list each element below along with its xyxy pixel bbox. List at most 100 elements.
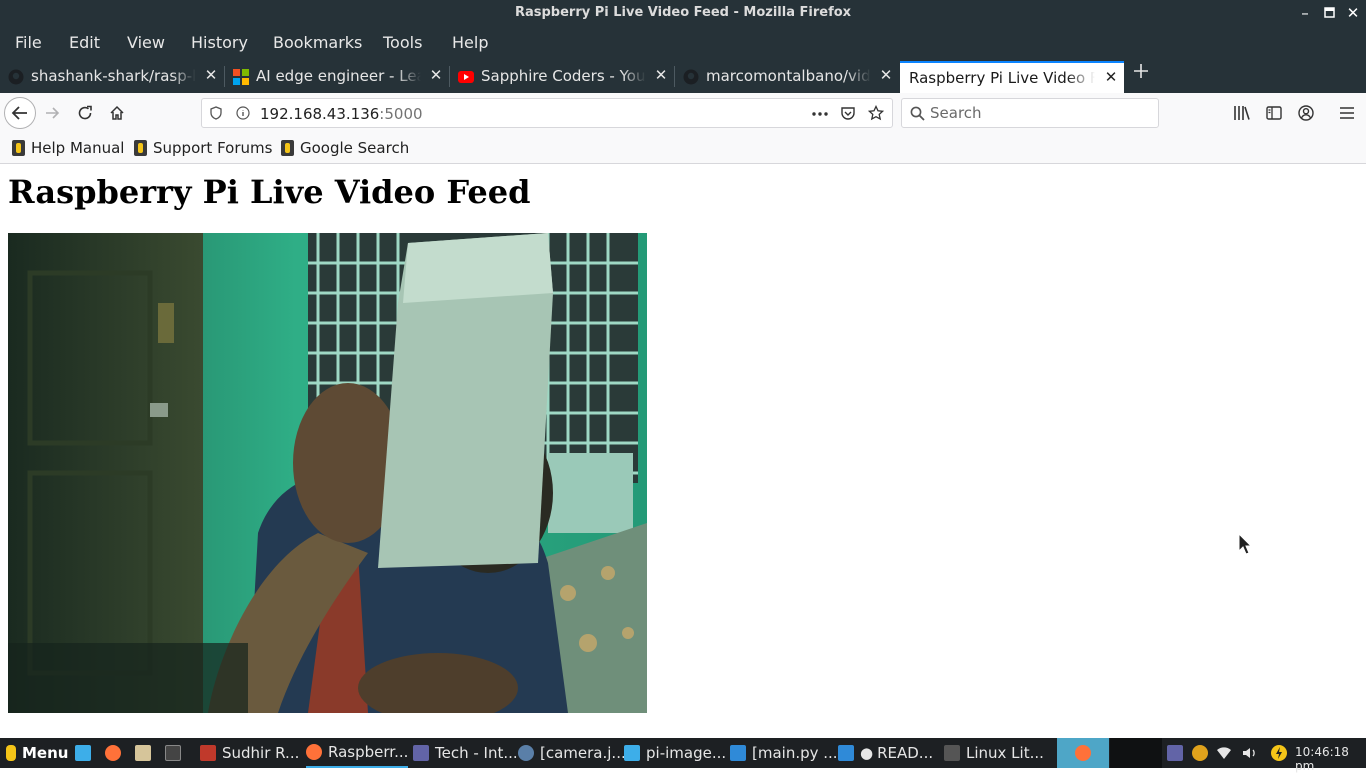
menu-edit[interactable]: Edit: [69, 33, 100, 52]
bookmarks-toolbar: Help Manual Support Forums Google Search: [0, 133, 1366, 164]
tab-ai-edge-engineer[interactable]: AI edge engineer - Lear ✕: [225, 60, 450, 93]
bookmark-star-icon[interactable]: [868, 105, 884, 121]
github-icon: [683, 69, 699, 85]
document-icon: [200, 745, 216, 761]
linux-lite-icon: [281, 140, 294, 156]
url-host: 192.168.43.136: [260, 105, 380, 123]
search-icon: [910, 106, 925, 121]
more-actions-icon[interactable]: [811, 107, 829, 121]
firefox-icon: [1075, 745, 1091, 761]
navigation-toolbar: 192.168.43.136:5000: [0, 93, 1366, 133]
menu-history[interactable]: History: [191, 33, 248, 52]
clock[interactable]: 10:46:18 pm: [1295, 745, 1366, 773]
start-menu-label: Menu: [22, 744, 69, 762]
taskbar-item-camera[interactable]: [camera.j...: [518, 738, 626, 768]
bookmark-help-manual[interactable]: Help Manual: [12, 139, 124, 157]
tab-raspberry-pi-feed[interactable]: Raspberry Pi Live Video Fe ✕: [900, 61, 1124, 93]
taskbar-item-label: pi-image...: [646, 744, 727, 762]
tab-label: marcomontalbano/vide: [706, 67, 871, 85]
forward-button[interactable]: [39, 99, 67, 127]
tab-label: shashank-shark/rasp-li: [31, 67, 196, 85]
back-button[interactable]: [4, 97, 36, 129]
url-text: 192.168.43.136:5000: [260, 105, 423, 123]
app-menu-button[interactable]: [1333, 99, 1361, 127]
hamburger-icon: [1340, 107, 1354, 119]
new-tab-button[interactable]: [1130, 62, 1152, 84]
bookmark-label: Support Forums: [153, 139, 273, 157]
close-tab-icon[interactable]: ✕: [877, 66, 895, 84]
menu-view[interactable]: View: [127, 33, 165, 52]
close-tab-icon[interactable]: ✕: [1102, 68, 1120, 86]
sidebar-toggle-button[interactable]: [1260, 99, 1288, 127]
taskbar-item-teams[interactable]: Tech - Int...: [413, 738, 518, 768]
live-video-feed: [8, 233, 647, 713]
github-icon: [8, 69, 24, 85]
vscode-icon: [838, 745, 854, 761]
workspace-2[interactable]: [1110, 738, 1162, 768]
workspace-1[interactable]: [1057, 738, 1109, 768]
taskbar-item-label: [camera.j...: [540, 744, 626, 762]
tab-strip: shashank-shark/rasp-li ✕ AI edge enginee…: [0, 56, 1366, 93]
folder-icon: [624, 745, 640, 761]
maximize-button[interactable]: [1318, 2, 1340, 24]
wifi-icon[interactable]: [1216, 738, 1232, 768]
back-arrow-icon: [11, 106, 27, 120]
search-input[interactable]: [930, 103, 1150, 123]
close-tab-icon[interactable]: ✕: [202, 66, 220, 84]
taskbar-item-firefox[interactable]: Raspberr...: [306, 738, 409, 768]
taskbar-item-pi-image[interactable]: pi-image...: [624, 738, 726, 768]
close-tab-icon[interactable]: ✕: [427, 66, 445, 84]
library-button[interactable]: [1228, 99, 1256, 127]
bookmark-support-forums[interactable]: Support Forums: [134, 139, 272, 157]
forward-arrow-icon: [46, 107, 60, 119]
menu-file[interactable]: File: [15, 33, 42, 52]
tab-github-rasp[interactable]: shashank-shark/rasp-li ✕: [0, 60, 225, 93]
pocket-icon[interactable]: [840, 105, 856, 121]
linux-lite-icon: [134, 140, 147, 156]
menu-help[interactable]: Help: [452, 33, 488, 52]
info-icon[interactable]: [236, 106, 250, 120]
start-menu-button[interactable]: Menu: [6, 738, 68, 768]
maximize-icon: [1323, 7, 1335, 18]
image-viewer-icon: [518, 745, 534, 761]
bookmark-google-search[interactable]: Google Search: [281, 139, 409, 157]
file-manager-launcher-icon[interactable]: [135, 738, 157, 768]
search-bar[interactable]: [901, 98, 1159, 128]
volume-icon[interactable]: [1242, 738, 1258, 768]
library-icon: [1234, 106, 1250, 120]
show-desktop-icon[interactable]: [75, 738, 97, 768]
update-tray-icon[interactable]: [1192, 738, 1214, 768]
home-button[interactable]: [103, 99, 131, 127]
url-bar[interactable]: 192.168.43.136:5000: [201, 98, 893, 128]
power-icon[interactable]: [1270, 738, 1288, 768]
mouse-cursor-icon: [1238, 533, 1252, 555]
tab-label: Raspberry Pi Live Video Fe: [909, 69, 1095, 87]
teams-tray-icon[interactable]: [1167, 738, 1189, 768]
tab-github-marcomontalbano[interactable]: marcomontalbano/vide ✕: [675, 60, 899, 93]
window-title: Raspberry Pi Live Video Feed - Mozilla F…: [514, 5, 852, 20]
menu-bar: File Edit View History Bookmarks Tools H…: [0, 27, 1366, 56]
video-frame: [8, 233, 647, 713]
firefox-launcher-icon[interactable]: [105, 738, 127, 768]
shield-icon[interactable]: [209, 106, 223, 120]
vscode-icon: [730, 745, 746, 761]
account-button[interactable]: [1292, 99, 1320, 127]
close-window-button[interactable]: ✕: [1342, 2, 1364, 24]
close-tab-icon[interactable]: ✕: [652, 66, 670, 84]
reload-button[interactable]: [71, 99, 99, 127]
taskbar-item-label: READ...: [877, 744, 934, 762]
menu-tools[interactable]: Tools: [383, 33, 422, 52]
taskbar-item-main-py[interactable]: [main.py ...: [730, 738, 838, 768]
taskbar-item-terminal[interactable]: Linux Lit...: [944, 738, 1044, 768]
firefox-icon: [306, 744, 322, 760]
minimize-button[interactable]: –: [1294, 2, 1316, 24]
url-port: :5000: [379, 105, 423, 123]
tab-sapphire-coders[interactable]: Sapphire Coders - YouT ✕: [450, 60, 675, 93]
menu-bookmarks[interactable]: Bookmarks: [273, 33, 362, 52]
terminal-launcher-icon[interactable]: [165, 738, 187, 768]
taskbar-item-sudhir[interactable]: Sudhir R...: [200, 738, 299, 768]
page-heading: Raspberry Pi Live Video Feed: [8, 173, 531, 211]
terminal-icon: [944, 745, 960, 761]
window-title-bar: Raspberry Pi Live Video Feed - Mozilla F…: [0, 0, 1366, 27]
taskbar-item-readme[interactable]: ● READ...: [838, 738, 933, 768]
